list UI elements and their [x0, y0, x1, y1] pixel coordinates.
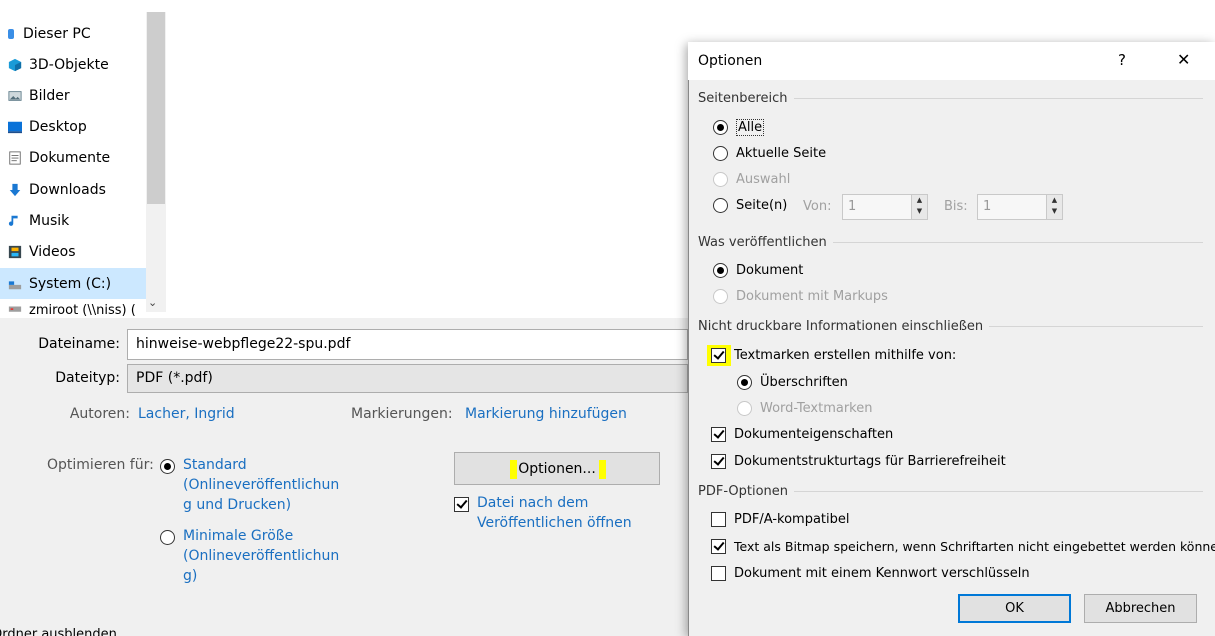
to-label: Bis:: [944, 199, 968, 214]
spinner-arrows-icon[interactable]: ▲ ▼: [1046, 195, 1062, 219]
filename-input[interactable]: hinweise-webpflege22-spu.pdf: [127, 329, 688, 360]
open-after-publish-option[interactable]: Datei nach dem Veröffentlichen öffnen: [454, 495, 632, 533]
nav-item-3d-objects[interactable]: 3D-Objekte: [8, 51, 109, 79]
bitmap-checkbox[interactable]: [711, 539, 726, 554]
spinner-arrows-icon[interactable]: ▲ ▼: [911, 195, 927, 219]
nav-item-videos[interactable]: Videos: [8, 238, 76, 266]
nav-item-this-pc[interactable]: Dieser PC: [8, 20, 91, 48]
optimize-standard-option[interactable]: Standard (Onlineveröffentlichun g und Dr…: [160, 457, 339, 515]
add-tag-link[interactable]: Markierung hinzufügen: [465, 406, 627, 422]
range-current-radio[interactable]: [713, 146, 728, 161]
struct-tags-option[interactable]: Dokumentstrukturtags für Barrierefreihei…: [711, 454, 1006, 469]
optimize-minimal-radio[interactable]: [160, 530, 175, 545]
range-selection-option: Auswahl: [713, 172, 790, 187]
nav-scrollbar-thumb[interactable]: [147, 12, 165, 204]
pictures-icon: [8, 91, 22, 101]
optimize-minimal-option[interactable]: Minimale Größe (Onlineveröffentlichun g): [160, 528, 339, 586]
bookmarks-headings-radio[interactable]: [737, 375, 752, 390]
range-pages-radio[interactable]: [713, 198, 728, 213]
range-current-option[interactable]: Aktuelle Seite: [713, 146, 826, 161]
pdfa-option[interactable]: PDF/A-kompatibel: [711, 512, 849, 527]
publish-group: Was veröffentlichen: [698, 235, 1203, 250]
range-all-option[interactable]: Alle: [713, 119, 765, 136]
dialog-title: Optionen: [698, 53, 763, 69]
pc-icon: [8, 29, 14, 39]
ok-button[interactable]: OK: [958, 594, 1071, 623]
music-note-icon: [8, 215, 18, 226]
bookmarks-word-radio: [737, 401, 752, 416]
nav-item-music[interactable]: Musik: [8, 207, 69, 235]
tags-label: Markierungen:: [351, 406, 453, 422]
from-spinner[interactable]: 1 ▲ ▼: [842, 194, 928, 220]
bookmarks-word-option: Word-Textmarken: [737, 401, 872, 416]
authors-link[interactable]: Lacher, Ingrid: [138, 406, 235, 422]
to-spinner[interactable]: 1 ▲ ▼: [977, 194, 1063, 220]
open-after-publish-checkbox[interactable]: [454, 497, 469, 512]
dialog-titlebar: [688, 42, 1215, 80]
nav-item-downloads[interactable]: Downloads: [8, 176, 106, 204]
pdf-options-group: PDF-Optionen: [698, 484, 1203, 499]
range-selection-radio: [713, 172, 728, 187]
publish-markups-option: Dokument mit Markups: [713, 289, 888, 304]
close-icon[interactable]: ✕: [1177, 50, 1190, 69]
highlight-marker: [599, 460, 606, 479]
bookmarks-checkbox[interactable]: [711, 348, 726, 363]
hide-folders-link[interactable]: Ordner ausblenden: [0, 628, 117, 636]
optimize-label: Optimieren für:: [47, 457, 154, 473]
chevron-down-icon[interactable]: ⌄: [148, 296, 157, 309]
pdfa-checkbox[interactable]: [711, 512, 726, 527]
network-drive-icon: [8, 306, 22, 312]
documents-icon: [9, 151, 21, 165]
nav-item-desktop[interactable]: Desktop: [8, 113, 87, 141]
encrypt-checkbox[interactable]: [711, 566, 726, 581]
drive-icon: [8, 281, 22, 290]
highlight-marker: [510, 460, 517, 479]
bitmap-option[interactable]: Text als Bitmap speichern, wenn Schrifta…: [711, 539, 1215, 554]
from-label: Von:: [803, 199, 832, 214]
publish-document-radio[interactable]: [713, 263, 728, 278]
film-icon: [8, 245, 22, 259]
help-button[interactable]: ?: [1118, 51, 1126, 69]
cancel-button[interactable]: Abbrechen: [1084, 594, 1197, 623]
range-all-radio[interactable]: [713, 120, 728, 135]
filename-label: Dateiname:: [38, 336, 120, 352]
nav-item-system-c[interactable]: System (C:): [8, 270, 111, 298]
range-pages-option[interactable]: Seite(n): [713, 198, 787, 213]
optimize-standard-radio[interactable]: [160, 459, 175, 474]
publish-document-option[interactable]: Dokument: [713, 263, 803, 278]
filetype-select[interactable]: PDF (*.pdf): [127, 364, 688, 393]
desktop-icon: [8, 121, 22, 134]
filetype-label: Dateityp:: [55, 370, 120, 386]
struct-tags-checkbox[interactable]: [711, 454, 726, 469]
nonprint-group: Nicht druckbare Informationen einschließ…: [698, 319, 1203, 334]
download-arrow-icon: [9, 183, 21, 197]
authors-label: Autoren:: [69, 406, 130, 422]
nav-item-network-drive[interactable]: zmiroot (\\niss) (: [8, 303, 136, 317]
page-range-group: Seitenbereich: [698, 91, 1203, 106]
nav-item-documents[interactable]: Dokumente: [8, 144, 110, 172]
doc-properties-checkbox[interactable]: [711, 427, 726, 442]
encrypt-option[interactable]: Dokument mit einem Kennwort verschlüssel…: [711, 566, 1030, 581]
bookmarks-option[interactable]: Textmarken erstellen mithilfe von:: [711, 348, 956, 363]
doc-properties-option[interactable]: Dokumenteigenschaften: [711, 427, 893, 442]
bookmarks-headings-option[interactable]: Überschriften: [737, 375, 848, 390]
nav-item-pictures[interactable]: Bilder: [8, 82, 70, 110]
options-button[interactable]: Optionen...: [454, 452, 660, 485]
publish-markups-radio: [713, 289, 728, 304]
cube-icon: [8, 58, 22, 72]
